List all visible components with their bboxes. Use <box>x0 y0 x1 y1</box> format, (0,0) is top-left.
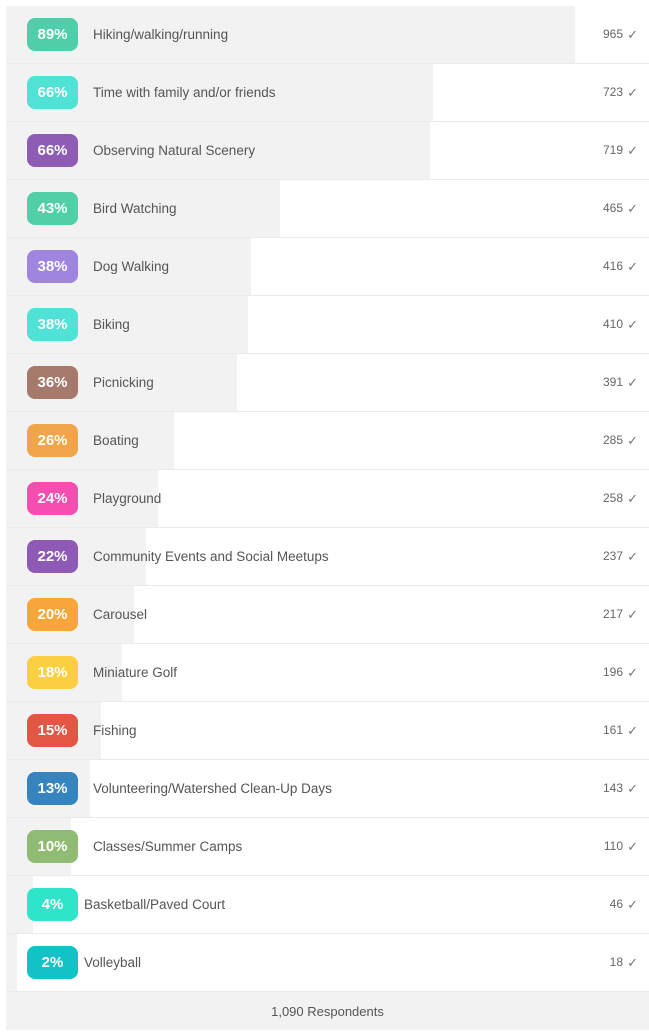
result-row[interactable]: 38% Biking 410 ✓ <box>6 296 649 354</box>
response-count: 110 <box>603 839 623 853</box>
respondents-footer: 1,090 Respondents <box>6 992 649 1030</box>
response-count: 237 <box>602 549 623 563</box>
check-icon: ✓ <box>627 143 638 158</box>
check-icon: ✓ <box>627 259 638 274</box>
response-count: 465 <box>602 201 623 215</box>
percent-badge: 43% <box>27 192 78 225</box>
percent-badge: 4% <box>27 888 78 921</box>
check-icon: ✓ <box>627 549 638 564</box>
survey-results: 89% Hiking/walking/running 965 ✓ 66% Time wit… <box>6 6 649 1030</box>
response-count: 196 <box>602 665 623 679</box>
percent-badge: 20% <box>27 598 78 631</box>
response-count: 723 <box>602 85 623 99</box>
result-row[interactable]: 26% Boating 285 ✓ <box>6 412 649 470</box>
percent-badge: 38% <box>27 250 78 283</box>
percent-badge: 24% <box>27 482 78 515</box>
result-row[interactable]: 10% Classes/Summer Camps 110 ✓ <box>6 818 649 876</box>
percent-badge: 26% <box>27 424 78 457</box>
percent-badge: 18% <box>27 656 78 689</box>
category-label: Playground <box>93 491 162 506</box>
result-row[interactable]: 2% Volleyball 18 ✓ <box>6 934 649 992</box>
check-icon: ✓ <box>627 897 638 912</box>
response-count: 285 <box>602 433 623 447</box>
category-label: Dog Walking <box>93 259 170 274</box>
result-row[interactable]: 18% Miniature Golf 196 ✓ <box>6 644 649 702</box>
percent-badge: 66% <box>27 134 78 167</box>
category-label: Classes/Summer Camps <box>93 839 243 854</box>
response-count: 965 <box>602 27 623 41</box>
response-count: 143 <box>602 781 623 795</box>
percent-badge: 36% <box>27 366 78 399</box>
percent-badge: 66% <box>27 76 78 109</box>
category-label: Volunteering/Watershed Clean-Up Days <box>93 781 332 796</box>
category-label: Basketball/Paved Court <box>84 897 226 912</box>
category-label: Miniature Golf <box>93 665 178 680</box>
check-icon: ✓ <box>627 375 638 390</box>
result-row[interactable]: 66% Time with family and/or friends 723 ✓ <box>6 64 649 122</box>
percent-badge: 10% <box>27 830 78 863</box>
check-icon: ✓ <box>627 781 638 796</box>
response-count: 391 <box>602 375 623 389</box>
result-row[interactable]: 24% Playground 258 ✓ <box>6 470 649 528</box>
check-icon: ✓ <box>627 665 638 680</box>
category-label: Fishing <box>93 723 137 738</box>
result-row[interactable]: 15% Fishing 161 ✓ <box>6 702 649 760</box>
result-row[interactable]: 22% Community Events and Social Meetups 23… <box>6 528 649 586</box>
category-label: Community Events and Social Meetups <box>93 549 329 564</box>
category-label: Bird Watching <box>93 201 177 216</box>
category-label: Volleyball <box>84 955 142 970</box>
check-icon: ✓ <box>627 723 638 738</box>
category-label: Boating <box>93 433 139 448</box>
result-row[interactable]: 13% Volunteering/Watershed Clean-Up Days 1… <box>6 760 649 818</box>
percent-badge: 2% <box>27 946 78 979</box>
check-icon: ✓ <box>627 955 638 970</box>
check-icon: ✓ <box>627 433 638 448</box>
check-icon: ✓ <box>627 839 638 854</box>
category-label: Carousel <box>93 607 148 622</box>
percent-badge: 38% <box>27 308 78 341</box>
result-row[interactable]: 4% Basketball/Paved Court 46 ✓ <box>6 876 649 934</box>
result-row[interactable]: 89% Hiking/walking/running 965 ✓ <box>6 6 649 64</box>
response-count: 161 <box>602 723 623 737</box>
response-count: 18 <box>609 955 623 969</box>
percent-badge: 22% <box>27 540 78 573</box>
category-label: Hiking/walking/running <box>93 27 229 42</box>
check-icon: ✓ <box>627 201 638 216</box>
response-count: 410 <box>602 317 623 331</box>
result-row[interactable]: 36% Picnicking 391 ✓ <box>6 354 649 412</box>
category-label: Observing Natural Scenery <box>93 143 256 158</box>
category-label: Biking <box>93 317 130 332</box>
percent-badge: 13% <box>27 772 78 805</box>
check-icon: ✓ <box>627 607 638 622</box>
result-bar <box>6 6 575 63</box>
check-icon: ✓ <box>627 317 638 332</box>
result-row[interactable]: 43% Bird Watching 465 ✓ <box>6 180 649 238</box>
percent-badge: 89% <box>27 18 78 51</box>
response-count: 416 <box>602 259 623 273</box>
response-count: 258 <box>602 491 623 505</box>
result-row[interactable]: 38% Dog Walking 416 ✓ <box>6 238 649 296</box>
percent-badge: 15% <box>27 714 78 747</box>
check-icon: ✓ <box>627 491 638 506</box>
check-icon: ✓ <box>627 27 638 42</box>
response-count: 217 <box>602 607 623 621</box>
result-bar <box>6 934 17 991</box>
result-row[interactable]: 66% Observing Natural Scenery 719 ✓ <box>6 122 649 180</box>
check-icon: ✓ <box>627 85 638 100</box>
response-count: 719 <box>602 143 623 157</box>
response-count: 46 <box>609 897 623 911</box>
result-row[interactable]: 20% Carousel 217 ✓ <box>6 586 649 644</box>
category-label: Time with family and/or friends <box>93 85 276 100</box>
category-label: Picnicking <box>93 375 154 390</box>
results-list: 89% Hiking/walking/running 965 ✓ 66% Time wit… <box>6 6 649 992</box>
respondents-count: 1,090 Respondents <box>271 1004 384 1019</box>
